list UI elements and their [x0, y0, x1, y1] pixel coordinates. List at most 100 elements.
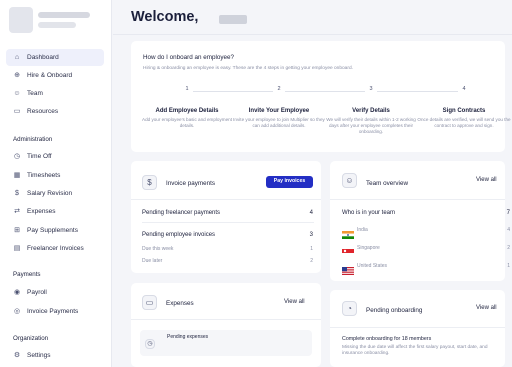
step-description: Once details are verified, we will send … — [417, 117, 511, 129]
due-this-week-label: Due this week — [142, 246, 174, 252]
pay-invoices-button[interactable]: Pay invoices — [266, 176, 313, 188]
expenses-card-title: Expenses — [166, 300, 194, 307]
pending-freelancer-label[interactable]: Pending freelancer payments — [142, 210, 220, 216]
step-title: Add Employee Details — [155, 108, 219, 114]
step-number: 2 — [273, 86, 285, 92]
folder-icon: ▭ — [13, 107, 21, 115]
user-plus-icon: ⊕ — [14, 71, 20, 79]
sidebar-item-label: Dashboard — [27, 54, 59, 61]
sidebar-item-settings[interactable]: ⚙ Settings — [6, 347, 104, 364]
team-icon: ☺ — [342, 173, 357, 188]
sidebar-item-resources[interactable]: ▭ Resources — [6, 103, 104, 120]
expenses-view-all-link[interactable]: View all — [284, 299, 305, 305]
team-view-all-link[interactable]: View all — [476, 177, 497, 183]
step-title: Invite Your Employee — [248, 108, 310, 114]
country-count: 2 — [507, 245, 510, 251]
onboarding-title: How do I onboard an employee? — [143, 54, 235, 61]
sidebar-item-label: Hire & Onboard — [27, 72, 73, 79]
us-flag-icon — [342, 262, 354, 275]
invoice-icon: ▤ — [13, 244, 21, 252]
pending-onboarding-headline: Complete onboarding for 18 members — [342, 336, 432, 342]
page-title: Welcome, — [131, 9, 199, 25]
pending-employee-count: 3 — [309, 232, 313, 238]
section-payments: Payments — [13, 271, 41, 278]
sidebar-item-label: Freelancer Invoices — [27, 245, 84, 252]
sidebar-item-hire-onboard[interactable]: ⊕ Hire & Onboard — [6, 67, 104, 84]
due-this-week-count: 1 — [310, 246, 313, 252]
sidebar-item-time-off[interactable]: ◷ Time Off — [6, 148, 104, 165]
pending-freelancer-count: 4 — [309, 210, 313, 216]
sidebar-item-label: Payroll — [27, 289, 47, 296]
due-later-count: 2 — [310, 258, 313, 264]
section-administration: Administration — [13, 136, 53, 143]
due-later-label: Due later — [142, 258, 163, 264]
step-number: 3 — [365, 86, 377, 92]
expenses-icon: ⇄ — [14, 207, 20, 215]
pending-employee-label[interactable]: Pending employee invoices — [142, 232, 215, 238]
country-name: Singapore — [357, 245, 380, 251]
sidebar-item-label: Timesheets — [27, 172, 61, 179]
pending-onboarding-title: Pending onboarding — [366, 307, 423, 314]
onboarding-view-all-link[interactable]: View all — [476, 305, 497, 311]
pending-expenses-label: Pending expenses — [167, 334, 209, 340]
pending-expenses-row[interactable] — [140, 330, 312, 356]
invoice-card-title: Invoice payments — [166, 180, 216, 187]
sidebar-item-pay-supplements[interactable]: ⊞ Pay Supplements — [6, 222, 104, 239]
home-icon: ⌂ — [14, 53, 20, 61]
divider — [330, 199, 505, 200]
step-number: 1 — [181, 86, 193, 92]
sidebar: ⌂ Dashboard ⊕ Hire & Onboard ☺ Team ▭ Re… — [0, 0, 112, 367]
team-who-count: 7 — [506, 210, 510, 216]
sidebar-item-label: Expenses — [27, 208, 56, 215]
step-description: Add your employee's basic and employment… — [142, 117, 232, 129]
country-name: United States — [357, 263, 388, 269]
payroll-icon: ◉ — [13, 288, 21, 296]
team-who-label: Who is in your team — [342, 210, 396, 216]
sidebar-item-payroll[interactable]: ◉ Payroll — [6, 284, 104, 301]
step-title: Sign Contracts — [442, 108, 486, 114]
gear-icon: ⚙ — [13, 351, 21, 359]
sidebar-item-label: Salary Revision — [27, 190, 73, 197]
steps-connector — [183, 91, 465, 92]
header-divider — [113, 34, 512, 35]
timesheet-icon: ▦ — [13, 171, 21, 179]
sidebar-item-label: Pay Supplements — [27, 227, 78, 234]
sidebar-item-timesheets[interactable]: ▦ Timesheets — [6, 167, 104, 184]
clock-icon: ◷ — [145, 339, 155, 349]
user-name-redacted — [38, 22, 76, 28]
divider — [330, 327, 505, 328]
invoice-dollar-icon: $ — [142, 175, 157, 190]
step-description: Invite your employee to join Multiplier … — [233, 117, 325, 129]
divider — [131, 319, 321, 320]
sidebar-item-label: Team — [27, 90, 43, 97]
section-organization: Organization — [13, 335, 49, 342]
onboarding-subtitle: Hiring & onboarding an employee is easy.… — [143, 66, 353, 71]
step-description: We will verify their details within 1-2 … — [326, 117, 416, 135]
step-title: Verify Details — [352, 108, 390, 114]
sidebar-item-team[interactable]: ☺ Team — [6, 85, 104, 102]
invoice-payments-icon: ◎ — [13, 307, 21, 315]
sidebar-item-invoice-payments[interactable]: ◎ Invoice Payments — [6, 303, 104, 320]
india-flag-icon — [342, 226, 354, 239]
step-number: 4 — [458, 86, 470, 92]
sidebar-item-label: Settings — [27, 352, 51, 359]
sidebar-item-label: Invoice Payments — [27, 308, 79, 315]
supplements-icon: ⊞ — [14, 226, 20, 234]
divider — [142, 222, 314, 223]
pending-onboarding-description: Missing the due date will affect the fir… — [342, 345, 488, 357]
country-name: India — [357, 227, 368, 233]
company-name-redacted — [38, 12, 90, 18]
sidebar-item-expenses[interactable]: ⇄ Expenses — [6, 203, 104, 220]
company-logo[interactable] — [9, 7, 33, 33]
singapore-flag-icon — [342, 244, 354, 257]
sidebar-item-dashboard[interactable]: ⌂ Dashboard — [6, 49, 104, 66]
sidebar-item-salary-revision[interactable]: $ Salary Revision — [6, 185, 104, 202]
country-count: 1 — [507, 263, 510, 269]
team-icon: ☺ — [13, 89, 21, 97]
divider — [131, 199, 321, 200]
sidebar-item-label: Resources — [27, 108, 59, 115]
country-count: 4 — [507, 227, 510, 233]
clock-icon: ◷ — [13, 152, 21, 160]
onboarding-status-icon: ◔ — [342, 301, 357, 316]
sidebar-item-freelancer-invoices[interactable]: ▤ Freelancer Invoices — [6, 240, 104, 257]
